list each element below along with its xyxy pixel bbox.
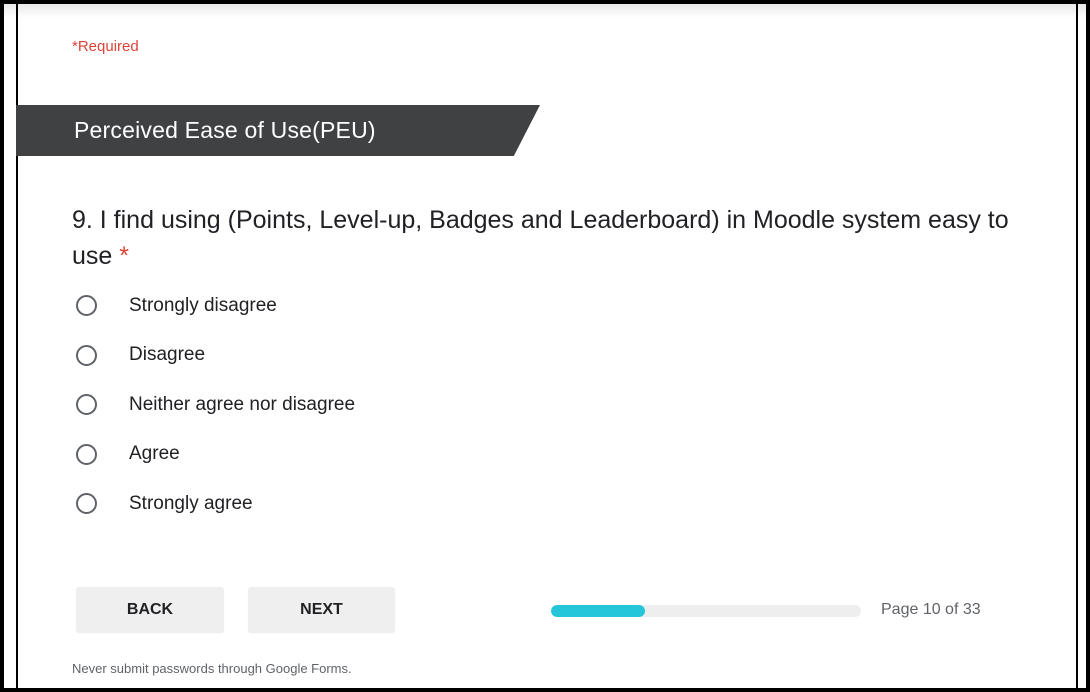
radio-button[interactable]	[76, 295, 97, 317]
option-neither[interactable]: Neither agree nor disagree	[76, 380, 355, 430]
form-page: *Required Perceived Ease of Use(PEU) 9. …	[0, 0, 1090, 692]
required-asterisk: *	[119, 242, 129, 270]
option-agree[interactable]: Agree	[76, 430, 355, 480]
right-border	[1076, 4, 1078, 688]
option-strongly-agree[interactable]: Strongly agree	[76, 479, 355, 529]
option-label: Neither agree nor disagree	[129, 393, 356, 415]
radio-button[interactable]	[76, 493, 97, 515]
option-label: Disagree	[129, 344, 206, 366]
section-title: Perceived Ease of Use(PEU)	[74, 117, 376, 143]
option-label: Strongly disagree	[129, 294, 277, 316]
radio-button[interactable]	[76, 344, 97, 366]
page-indicator: Page 10 of 33	[881, 601, 981, 618]
option-label: Strongly agree	[129, 492, 253, 514]
footer-note: Never submit passwords through Google Fo…	[72, 661, 352, 676]
radio-group: Strongly disagree Disagree Neither agree…	[76, 281, 355, 529]
progress-fill	[551, 605, 645, 617]
option-label: Agree	[129, 443, 180, 465]
option-strongly-disagree[interactable]: Strongly disagree	[76, 281, 355, 331]
radio-button[interactable]	[76, 394, 97, 416]
question-text: 9. I find using (Points, Level-up, Badge…	[72, 206, 1009, 270]
radio-button[interactable]	[76, 443, 97, 465]
question-title: 9. I find using (Points, Level-up, Badge…	[72, 202, 1032, 274]
required-note: *Required	[72, 38, 139, 55]
back-button[interactable]: BACK	[76, 587, 224, 632]
next-button[interactable]: NEXT	[248, 587, 395, 632]
top-fade	[4, 4, 1086, 18]
progress-bar	[551, 605, 861, 617]
option-disagree[interactable]: Disagree	[76, 331, 355, 381]
